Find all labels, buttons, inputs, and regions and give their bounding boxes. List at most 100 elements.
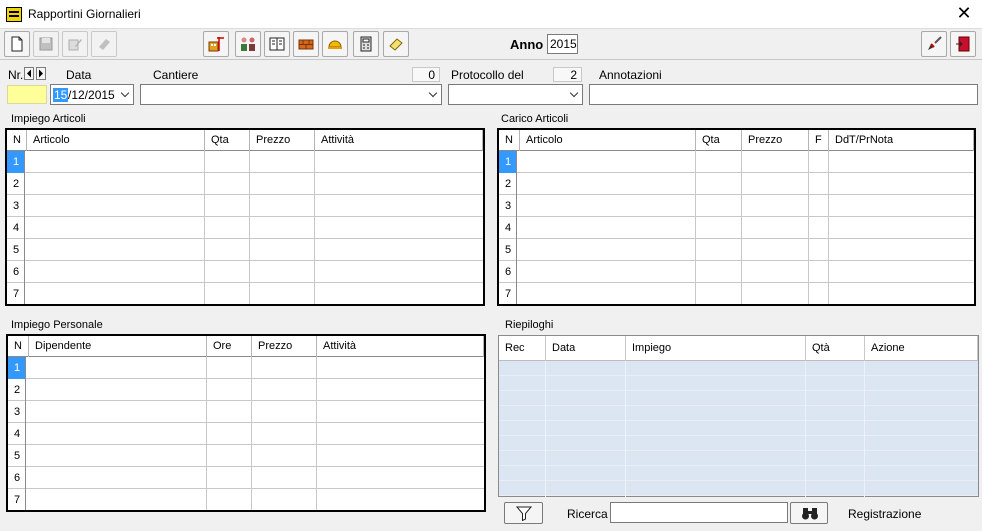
impiego-personale-row-number[interactable]: 2 [8, 379, 26, 401]
riepiloghi-col-4[interactable]: Azione [865, 336, 978, 361]
carico-articoli-col-3[interactable]: Prezzo [742, 130, 809, 151]
impiego-personale-row[interactable]: 1 [8, 357, 484, 379]
next-record-button[interactable] [36, 67, 46, 80]
carico-articoli-row-number[interactable]: 3 [499, 195, 517, 217]
impiego-articoli-row[interactable]: 7 [7, 283, 483, 304]
riepiloghi-row[interactable] [499, 436, 978, 451]
impiego-articoli-grid[interactable]: N Articolo Qta Prezzo Attività 1 2 3 4 5 6 7 [5, 128, 485, 306]
carico-articoli-col-0[interactable]: N [499, 130, 520, 151]
carico-articoli-row[interactable]: 1 [499, 151, 974, 173]
riepiloghi-col-2[interactable]: Impiego [626, 336, 806, 361]
impiego-articoli-row-number[interactable]: 7 [7, 283, 25, 304]
carico-articoli-col-5[interactable]: DdT/PrNota [829, 130, 974, 151]
filter-button[interactable] [504, 502, 543, 524]
new-button[interactable] [4, 31, 30, 57]
riepiloghi-grid[interactable]: Rec Data Impiego Qtà Azione [498, 335, 979, 497]
riepiloghi-row[interactable] [499, 481, 978, 496]
delete-button[interactable] [91, 31, 117, 57]
pulisci-button[interactable] [383, 31, 409, 57]
impiego-articoli-row[interactable]: 1 [7, 151, 483, 173]
impiego-articoli-col-0[interactable]: N [7, 130, 27, 151]
cantiere-button[interactable] [203, 31, 229, 57]
close-button[interactable]: ✕ [952, 3, 976, 25]
riepiloghi-row[interactable] [499, 421, 978, 436]
impiego-articoli-row-number[interactable]: 6 [7, 261, 25, 283]
carico-articoli-row[interactable]: 3 [499, 195, 974, 217]
personale-button[interactable] [235, 31, 261, 57]
impiego-personale-row[interactable]: 6 [8, 467, 484, 489]
impiego-articoli-row[interactable]: 3 [7, 195, 483, 217]
sicurezza-button[interactable] [322, 31, 348, 57]
carico-articoli-row-number[interactable]: 6 [499, 261, 517, 283]
impiego-personale-grid[interactable]: N Dipendente Ore Prezzo Attività 1 2 3 4 5 6 7 [6, 334, 486, 512]
carico-articoli-row[interactable]: 7 [499, 283, 974, 304]
carico-articoli-row-number[interactable]: 1 [499, 151, 517, 173]
impiego-articoli-row[interactable]: 6 [7, 261, 483, 283]
impiego-personale-row[interactable]: 3 [8, 401, 484, 423]
impiego-personale-row-number[interactable]: 5 [8, 445, 26, 467]
materiali-button[interactable] [293, 31, 319, 57]
annotazioni-field[interactable] [589, 84, 978, 105]
impiego-articoli-col-1[interactable]: Articolo [27, 130, 205, 151]
carico-articoli-row[interactable]: 2 [499, 173, 974, 195]
impiego-articoli-row[interactable]: 4 [7, 217, 483, 239]
riepiloghi-col-0[interactable]: Rec [499, 336, 546, 361]
exit-button[interactable] [950, 31, 976, 57]
carico-articoli-grid[interactable]: N Articolo Qta Prezzo F DdT/PrNota 1 2 3 4 5 6 7 [497, 128, 976, 306]
carico-articoli-col-1[interactable]: Articolo [520, 130, 696, 151]
impiego-personale-row-number[interactable]: 6 [8, 467, 26, 489]
impiego-articoli-row-number[interactable]: 5 [7, 239, 25, 261]
impiego-personale-row[interactable]: 5 [8, 445, 484, 467]
carico-articoli-row[interactable]: 5 [499, 239, 974, 261]
anno-field[interactable]: 2015 [547, 34, 578, 54]
riepiloghi-row[interactable] [499, 361, 978, 376]
impiego-personale-col-1[interactable]: Dipendente [29, 336, 207, 357]
impiego-articoli-row[interactable]: 5 [7, 239, 483, 261]
carico-articoli-col-2[interactable]: Qta [696, 130, 742, 151]
impiego-articoli-row-number[interactable]: 3 [7, 195, 25, 217]
cantiere-dropdown[interactable] [140, 84, 442, 105]
brush-button[interactable] [921, 31, 947, 57]
data-picker[interactable]: 15 /12/2015 [50, 84, 134, 105]
riepiloghi-row[interactable] [499, 391, 978, 406]
carico-articoli-row[interactable]: 6 [499, 261, 974, 283]
prev-record-button[interactable] [24, 67, 34, 80]
impiego-personale-row[interactable]: 7 [8, 489, 484, 510]
edit-button[interactable] [62, 31, 88, 57]
impiego-articoli-row-number[interactable]: 4 [7, 217, 25, 239]
calcolatrice-button[interactable] [353, 31, 379, 57]
impiego-personale-row[interactable]: 2 [8, 379, 484, 401]
riepiloghi-col-3[interactable]: Qtà [806, 336, 865, 361]
impiego-personale-row[interactable]: 4 [8, 423, 484, 445]
carico-articoli-row-number[interactable]: 7 [499, 283, 517, 304]
manuale-button[interactable] [264, 31, 290, 57]
search-button[interactable] [790, 502, 828, 524]
impiego-articoli-col-2[interactable]: Qta [205, 130, 250, 151]
save-button[interactable] [33, 31, 59, 57]
riepiloghi-row[interactable] [499, 451, 978, 466]
carico-articoli-row-number[interactable]: 4 [499, 217, 517, 239]
carico-articoli-row[interactable]: 4 [499, 217, 974, 239]
impiego-personale-row-number[interactable]: 7 [8, 489, 26, 510]
impiego-personale-row-number[interactable]: 1 [8, 357, 26, 379]
nr-field[interactable] [7, 85, 47, 104]
impiego-articoli-row-number[interactable]: 1 [7, 151, 25, 173]
protocollo-dropdown[interactable] [448, 84, 583, 105]
impiego-articoli-row[interactable]: 2 [7, 173, 483, 195]
impiego-personale-col-4[interactable]: Attività [317, 336, 484, 357]
impiego-personale-col-3[interactable]: Prezzo [252, 336, 317, 357]
impiego-articoli-col-4[interactable]: Attività [315, 130, 483, 151]
impiego-personale-col-0[interactable]: N [8, 336, 29, 357]
riepiloghi-col-1[interactable]: Data [546, 336, 626, 361]
riepiloghi-row[interactable] [499, 466, 978, 481]
carico-articoli-col-4[interactable]: F [809, 130, 829, 151]
carico-articoli-row-number[interactable]: 5 [499, 239, 517, 261]
impiego-personale-row-number[interactable]: 3 [8, 401, 26, 423]
riepiloghi-row[interactable] [499, 406, 978, 421]
impiego-personale-row-number[interactable]: 4 [8, 423, 26, 445]
carico-articoli-row-number[interactable]: 2 [499, 173, 517, 195]
ricerca-input[interactable] [610, 502, 788, 523]
riepiloghi-row[interactable] [499, 376, 978, 391]
impiego-articoli-col-3[interactable]: Prezzo [250, 130, 315, 151]
impiego-personale-col-2[interactable]: Ore [207, 336, 252, 357]
